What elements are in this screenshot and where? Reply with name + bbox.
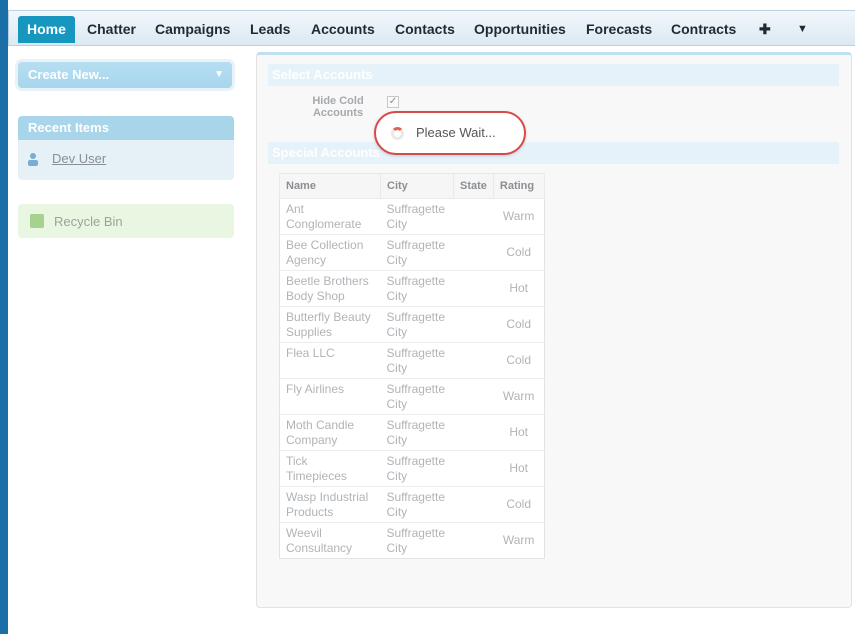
cell-state [453, 486, 494, 523]
hide-cold-label: Hide Cold Accounts [306, 95, 370, 119]
recycle-bin-label: Recycle Bin [54, 214, 123, 229]
cell-city: Suffragette City [380, 414, 454, 451]
create-new-label: Create New... [28, 67, 110, 82]
tab-home[interactable]: Home [18, 16, 75, 43]
cell-city: Suffragette City [380, 486, 454, 523]
tab-contracts[interactable]: Contracts [671, 17, 736, 41]
tab-contacts[interactable]: Contacts [395, 17, 455, 41]
table-row: Fly Airlines Suffragette City Warm [279, 378, 545, 415]
cell-state [453, 234, 494, 271]
cell-rating: Hot [493, 270, 545, 307]
accounts-table: Name City State Rating Ant Conglomerate S… [279, 173, 545, 559]
tab-leads[interactable]: Leads [250, 17, 290, 41]
cell-rating: Warm [493, 378, 545, 415]
tab-bar: Home Chatter Campaigns Leads Accounts Co… [8, 10, 855, 46]
cell-city: Suffragette City [380, 270, 454, 307]
cell-name: Tick Timepieces [279, 450, 381, 487]
spinner-icon [391, 127, 404, 140]
tab-forecasts[interactable]: Forecasts [586, 17, 652, 41]
cell-rating: Cold [493, 486, 545, 523]
table-row: Weevil Consultancy Suffragette City Warm [279, 522, 545, 559]
tab-campaigns[interactable]: Campaigns [155, 17, 230, 41]
cell-state [453, 378, 494, 415]
table-row: Butterfly Beauty Supplies Suffragette City… [279, 306, 545, 343]
table-header-row: Name City State Rating [279, 173, 545, 199]
column-header-city[interactable]: City [380, 173, 454, 199]
select-accounts-header: Select Accounts [268, 64, 839, 86]
cell-city: Suffragette City [380, 522, 454, 559]
loading-text: Please Wait... [416, 125, 496, 140]
cell-rating: Hot [493, 414, 545, 451]
cell-name: Fly Airlines [279, 378, 381, 415]
recycle-bin-icon [30, 214, 44, 228]
chevron-down-icon-glyph: ▼ [797, 23, 808, 35]
create-new-button[interactable]: Create New... ▼ [18, 62, 232, 88]
cell-state [453, 342, 494, 379]
cell-city: Suffragette City [380, 450, 454, 487]
hide-cold-label-line1: Hide Cold [312, 95, 364, 107]
hide-cold-label-line2: Accounts [312, 107, 364, 119]
cell-rating: Cold [493, 342, 545, 379]
cell-state [453, 306, 494, 343]
left-edge-bar [0, 0, 8, 634]
cell-rating: Warm [493, 198, 545, 235]
special-accounts-header: Special Accounts [268, 142, 839, 164]
table-row: Tick Timepieces Suffragette City Hot [279, 450, 545, 487]
cell-city: Suffragette City [380, 378, 454, 415]
app-frame: Home Chatter Campaigns Leads Accounts Co… [0, 0, 855, 634]
cell-state [453, 522, 494, 559]
cell-city: Suffragette City [380, 342, 454, 379]
chevron-down-icon[interactable]: ▼ [797, 17, 808, 41]
cell-name: Butterfly Beauty Supplies [279, 306, 381, 343]
cell-rating: Hot [493, 450, 545, 487]
column-header-state[interactable]: State [453, 173, 494, 199]
table-row: Wasp Industrial Products Suffragette City … [279, 486, 545, 523]
cell-name: Flea LLC [279, 342, 381, 379]
recent-item-link[interactable]: Dev User [52, 151, 106, 166]
chevron-down-icon: ▼ [214, 69, 224, 80]
recent-items-list: Dev User [18, 140, 234, 180]
cell-name: Wasp Industrial Products [279, 486, 381, 523]
recent-items-header: Recent Items [18, 116, 234, 140]
table-row: Beetle Brothers Body Shop Suffragette City… [279, 270, 545, 307]
cell-name: Beetle Brothers Body Shop [279, 270, 381, 307]
column-header-name[interactable]: Name [279, 173, 381, 199]
tab-chatter[interactable]: Chatter [87, 17, 136, 41]
table-row: Ant Conglomerate Suffragette City Warm [279, 198, 545, 235]
cell-city: Suffragette City [380, 234, 454, 271]
cell-name: Moth Candle Company [279, 414, 381, 451]
cell-name: Bee Collection Agency [279, 234, 381, 271]
cell-state [453, 414, 494, 451]
column-header-rating[interactable]: Rating [492, 173, 545, 199]
table-row: Bee Collection Agency Suffragette City Col… [279, 234, 545, 271]
table-row: Flea LLC Suffragette City Cold [279, 342, 545, 379]
user-icon [28, 153, 38, 166]
table-row: Moth Candle Company Suffragette City Hot [279, 414, 545, 451]
cell-name: Ant Conglomerate [279, 198, 381, 235]
plus-icon-glyph: ✚ [759, 21, 771, 37]
cell-rating: Warm [493, 522, 545, 559]
plus-icon[interactable]: ✚ [759, 17, 771, 41]
cell-state [453, 450, 494, 487]
hide-cold-checkbox[interactable]: ✓ [387, 96, 399, 108]
cell-state [453, 198, 494, 235]
loading-indicator: Please Wait... [374, 111, 526, 155]
cell-rating: Cold [493, 306, 545, 343]
cell-rating: Cold [493, 234, 545, 271]
cell-state [453, 270, 494, 307]
cell-city: Suffragette City [380, 198, 454, 235]
recycle-bin[interactable]: Recycle Bin [18, 204, 234, 238]
cell-name: Weevil Consultancy [279, 522, 381, 559]
cell-city: Suffragette City [380, 306, 454, 343]
tab-accounts[interactable]: Accounts [311, 17, 375, 41]
tab-opportunities[interactable]: Opportunities [474, 17, 566, 41]
